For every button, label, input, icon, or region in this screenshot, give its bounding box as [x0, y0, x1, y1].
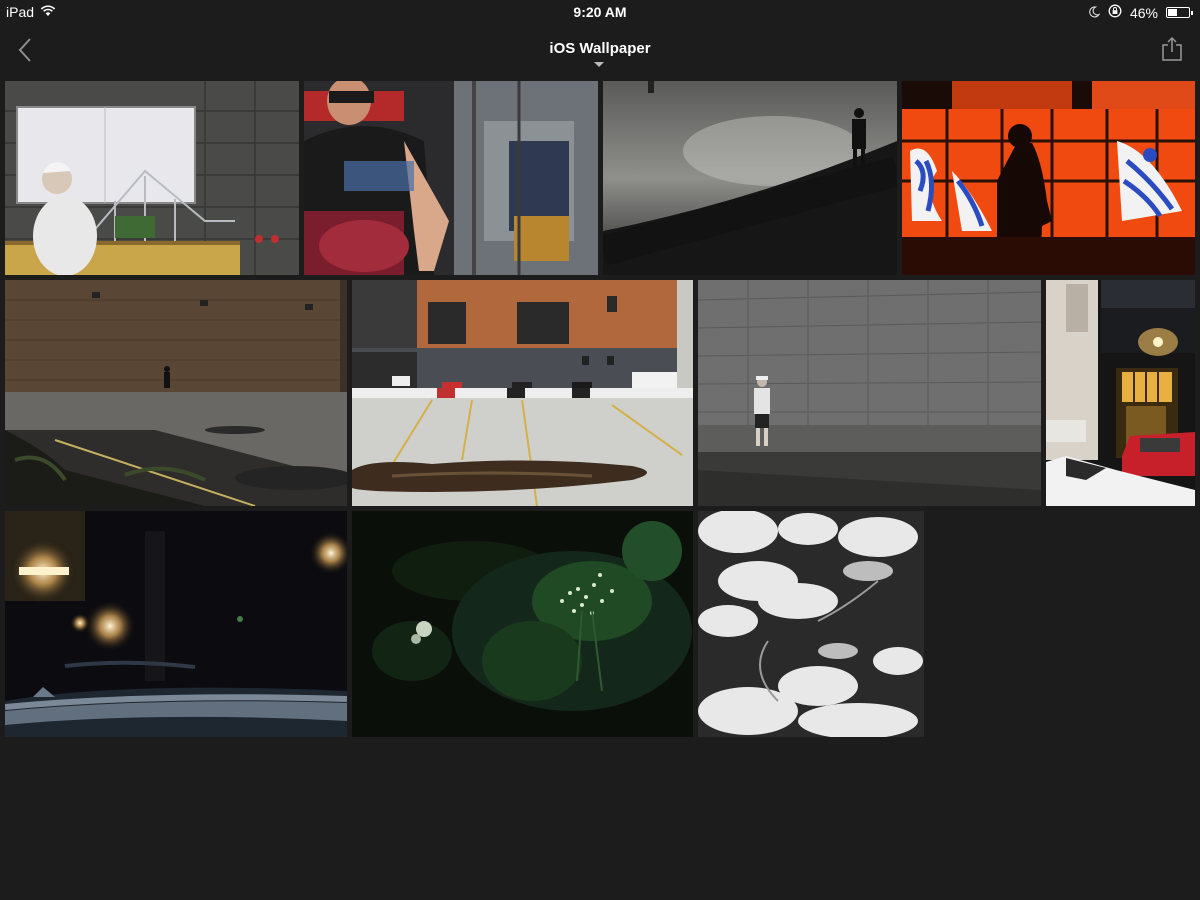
status-bar: iPad 9:20 AM 46% — [0, 0, 1200, 24]
photo-thumbnail-man-billboard[interactable] — [5, 81, 299, 275]
status-right: 46% — [1088, 4, 1193, 21]
rotation-lock-icon — [1108, 4, 1122, 21]
battery-level — [1168, 9, 1177, 16]
share-button[interactable] — [1160, 36, 1184, 62]
status-time: 9:20 AM — [573, 4, 627, 20]
share-icon — [1162, 36, 1182, 61]
photo-grid — [0, 76, 1200, 900]
navigation-bar: iOS Wallpaper — [0, 24, 1200, 76]
battery-icon — [1166, 7, 1193, 18]
moon-icon — [1088, 5, 1101, 21]
caret-down-icon[interactable] — [594, 62, 604, 67]
album-title[interactable]: iOS Wallpaper — [549, 40, 650, 57]
photo-thumbnail-night-street[interactable] — [5, 511, 347, 737]
battery-percent: 46% — [1129, 4, 1158, 21]
app-screen: iPad 9:20 AM 46% iOS Wallpaper — [0, 0, 1200, 900]
photo-thumbnail-bw-clouds[interactable] — [698, 511, 924, 737]
photo-thumbnail-parking-puddle[interactable] — [352, 280, 693, 506]
photo-thumbnail-window-reflection[interactable] — [304, 81, 598, 275]
photo-thumbnail-dark-foliage[interactable] — [352, 511, 693, 737]
photo-thumbnail-wet-plaza-silhouette[interactable] — [603, 81, 897, 275]
photo-thumbnail-man-gray-wall[interactable] — [698, 280, 1041, 506]
photo-thumbnail-red-window-silhouette[interactable] — [902, 81, 1195, 275]
photo-thumbnail-brick-wall-lot[interactable] — [5, 280, 347, 506]
title-container: iOS Wallpaper — [0, 40, 1200, 58]
photo-thumbnail-building-red-car[interactable] — [1046, 280, 1195, 506]
battery-tip — [1191, 11, 1193, 15]
